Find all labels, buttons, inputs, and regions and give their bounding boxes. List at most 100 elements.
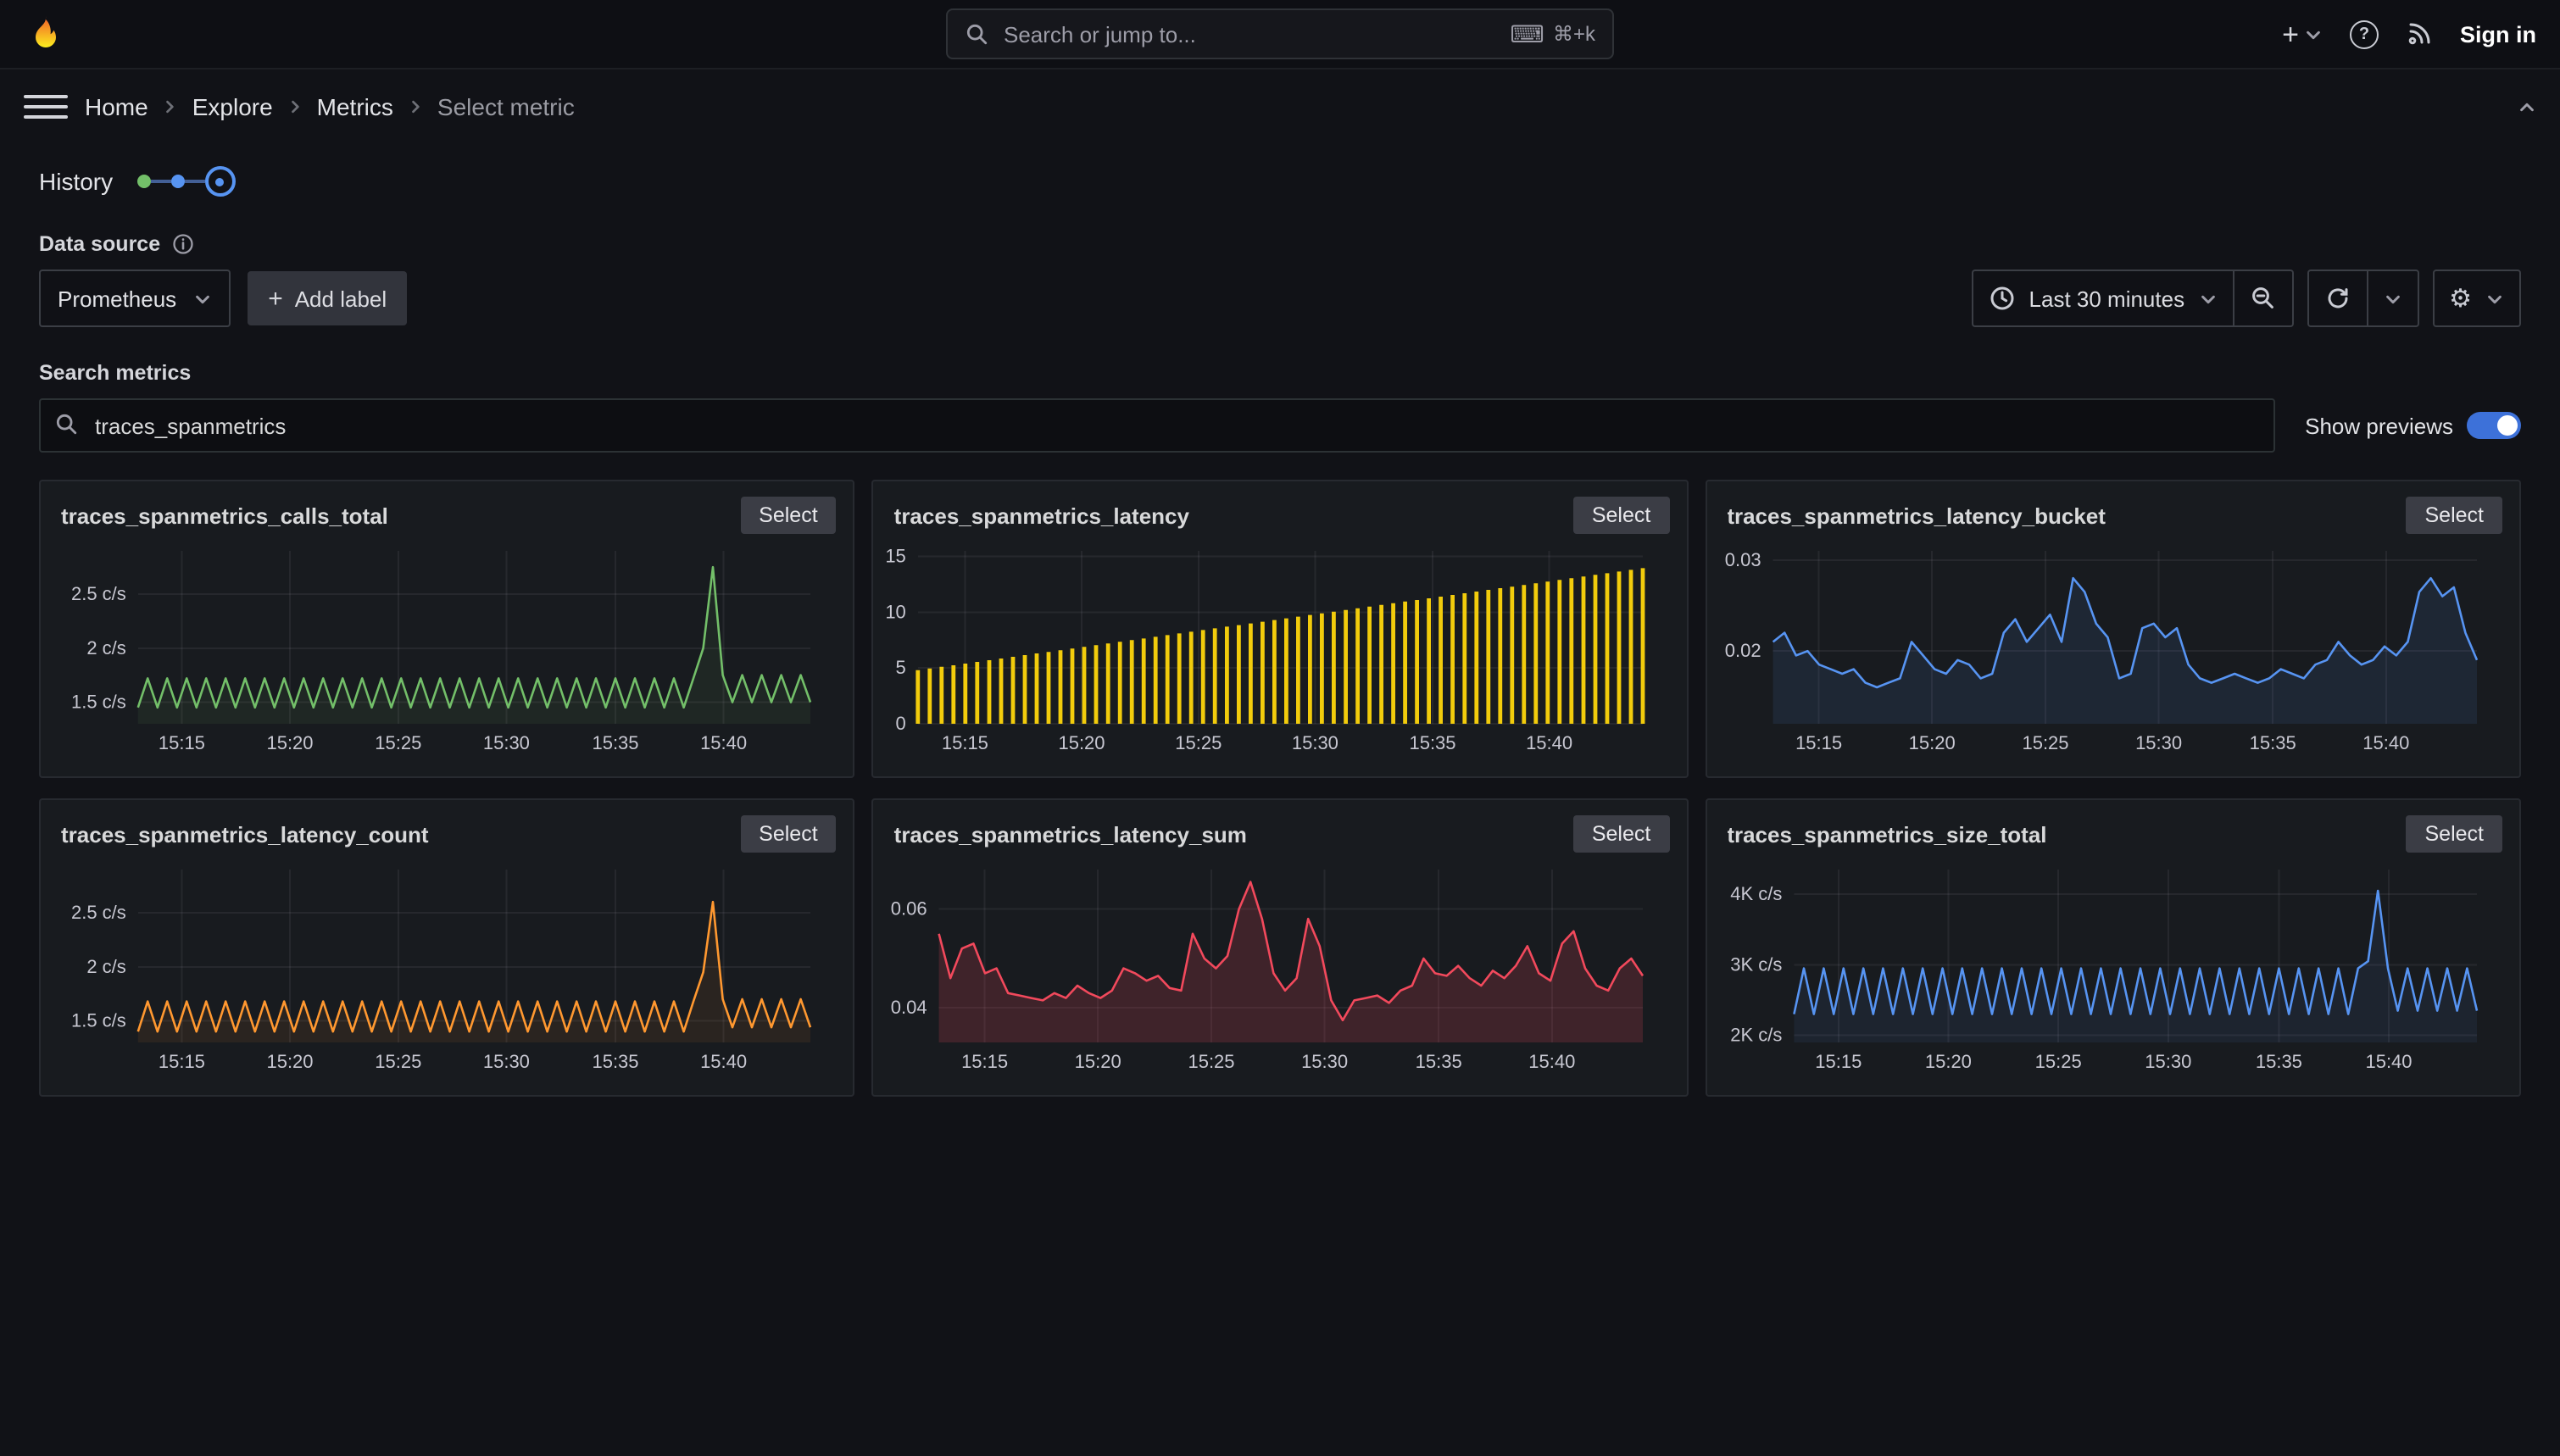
svg-text:15:15: 15:15 bbox=[159, 1051, 205, 1072]
show-previews-label: Show previews bbox=[2305, 413, 2453, 438]
svg-text:3K c/s: 3K c/s bbox=[1730, 953, 1782, 975]
collapse-toolbar-button[interactable] bbox=[2518, 97, 2536, 116]
chevron-down-icon bbox=[2485, 289, 2504, 308]
select-metric-button[interactable]: Select bbox=[740, 815, 837, 853]
settings-button[interactable]: ⚙ bbox=[2432, 270, 2521, 327]
metric-panel-calls-total: traces_spanmetrics_calls_total Select 1.… bbox=[39, 480, 855, 778]
breadcrumb-bar: Home Explore Metrics Select metric bbox=[0, 69, 2560, 144]
search-metrics-input[interactable] bbox=[39, 398, 2274, 453]
svg-text:2.5 c/s: 2.5 c/s bbox=[71, 583, 126, 604]
omnibar-placeholder: Search or jump to... bbox=[1004, 21, 1497, 47]
explore-metrics-content: History Data source Prometheus bbox=[0, 158, 2560, 1097]
svg-text:15:25: 15:25 bbox=[1176, 732, 1222, 753]
svg-text:15:40: 15:40 bbox=[700, 732, 747, 753]
metric-panel-latency-bucket: traces_spanmetrics_latency_bucket Select… bbox=[1705, 480, 2521, 778]
history-current-step[interactable] bbox=[204, 166, 235, 197]
history-connector bbox=[150, 180, 170, 183]
metric-panel-latency-sum: traces_spanmetrics_latency_sum Select 0.… bbox=[872, 798, 1689, 1097]
metrics-panel-grid: traces_spanmetrics_calls_total Select 1.… bbox=[39, 480, 2521, 1097]
info-icon bbox=[170, 232, 194, 256]
svg-text:2.5 c/s: 2.5 c/s bbox=[71, 902, 126, 923]
plus-icon: + bbox=[268, 286, 283, 311]
grafana-flame-icon bbox=[25, 14, 66, 54]
svg-text:0.04: 0.04 bbox=[891, 997, 927, 1018]
svg-text:15:30: 15:30 bbox=[483, 732, 530, 753]
chevron-down-icon bbox=[2304, 25, 2323, 43]
keyboard-shortcut-hint: ⌨ ⌘+k bbox=[1511, 22, 1595, 46]
metric-panel-size-total: traces_spanmetrics_size_total Select 2K … bbox=[1705, 798, 2521, 1097]
search-icon bbox=[965, 21, 990, 47]
datasource-label: Data source bbox=[39, 232, 160, 256]
svg-text:15:15: 15:15 bbox=[943, 732, 989, 753]
svg-text:15:15: 15:15 bbox=[1815, 1051, 1862, 1072]
svg-text:15: 15 bbox=[886, 546, 906, 567]
history-row: History bbox=[39, 158, 2521, 205]
panel-title: traces_spanmetrics_latency_bucket bbox=[1727, 503, 2106, 528]
svg-text:15:20: 15:20 bbox=[1908, 732, 1955, 753]
refresh-interval-button[interactable] bbox=[2366, 270, 2418, 327]
breadcrumb-home[interactable]: Home bbox=[85, 93, 148, 120]
zoom-out-time-button[interactable] bbox=[2232, 270, 2293, 327]
panel-title: traces_spanmetrics_latency_sum bbox=[894, 821, 1247, 847]
svg-text:15:40: 15:40 bbox=[1529, 1051, 1576, 1072]
svg-text:15:20: 15:20 bbox=[266, 732, 313, 753]
chevron-down-icon bbox=[2198, 289, 2217, 308]
svg-text:15:15: 15:15 bbox=[159, 732, 205, 753]
select-metric-button[interactable]: Select bbox=[2407, 815, 2503, 853]
add-label-text: Add label bbox=[295, 286, 387, 311]
sign-in-button[interactable]: Sign in bbox=[2460, 21, 2536, 47]
svg-text:15:30: 15:30 bbox=[1302, 1051, 1349, 1072]
grafana-logo[interactable] bbox=[24, 12, 68, 56]
help-icon: ? bbox=[2350, 19, 2379, 48]
add-menu-button[interactable]: + bbox=[2282, 19, 2323, 48]
svg-text:15:20: 15:20 bbox=[1059, 732, 1105, 753]
select-metric-button[interactable]: Select bbox=[1573, 497, 1670, 534]
datasource-picker[interactable]: Prometheus bbox=[39, 270, 231, 327]
panel-title: traces_spanmetrics_latency bbox=[894, 503, 1189, 528]
time-range-picker[interactable]: Last 30 minutes bbox=[1972, 270, 2233, 327]
svg-text:15:35: 15:35 bbox=[1416, 1051, 1462, 1072]
svg-text:0: 0 bbox=[896, 713, 906, 734]
svg-text:15:40: 15:40 bbox=[2362, 732, 2409, 753]
news-button[interactable] bbox=[2406, 20, 2433, 47]
svg-text:15:30: 15:30 bbox=[1293, 732, 1339, 753]
help-button[interactable]: ? bbox=[2350, 19, 2379, 48]
omnibar-search[interactable]: Search or jump to... ⌨ ⌘+k bbox=[946, 8, 1614, 59]
rss-icon bbox=[2406, 20, 2433, 47]
history-step-dot[interactable] bbox=[136, 175, 150, 188]
search-icon bbox=[54, 412, 80, 437]
svg-text:4K c/s: 4K c/s bbox=[1730, 883, 1782, 904]
select-metric-button[interactable]: Select bbox=[2407, 497, 2503, 534]
svg-text:15:20: 15:20 bbox=[1075, 1051, 1121, 1072]
metric-preview-chart: 0.04 0.06 15:15 15:20 15:25 15:30 15:35 15:40 bbox=[877, 856, 1683, 1088]
svg-text:0.06: 0.06 bbox=[891, 898, 927, 920]
svg-text:15:15: 15:15 bbox=[1795, 732, 1841, 753]
svg-text:2K c/s: 2K c/s bbox=[1730, 1025, 1782, 1046]
breadcrumb-metrics[interactable]: Metrics bbox=[317, 93, 393, 120]
breadcrumb-explore[interactable]: Explore bbox=[192, 93, 273, 120]
svg-text:0.03: 0.03 bbox=[1724, 549, 1761, 570]
controls-row: Prometheus + Add label Last 30 minutes bbox=[39, 270, 2521, 327]
metric-panel-latency-count: traces_spanmetrics_latency_count Select … bbox=[39, 798, 855, 1097]
svg-text:15:25: 15:25 bbox=[1188, 1051, 1235, 1072]
svg-text:15:35: 15:35 bbox=[2249, 732, 2296, 753]
history-step-dot[interactable] bbox=[170, 175, 184, 188]
add-label-button[interactable]: + Add label bbox=[248, 271, 407, 325]
svg-text:15:25: 15:25 bbox=[375, 732, 421, 753]
svg-text:5: 5 bbox=[896, 657, 906, 678]
menu-toggle-icon[interactable] bbox=[24, 95, 68, 119]
grafana-app: Search or jump to... ⌨ ⌘+k + ? bbox=[0, 0, 2560, 1456]
refresh-button[interactable] bbox=[2307, 270, 2366, 327]
svg-text:15:20: 15:20 bbox=[1924, 1051, 1971, 1072]
svg-text:15:30: 15:30 bbox=[483, 1051, 530, 1072]
svg-text:15:15: 15:15 bbox=[962, 1051, 1009, 1072]
chevron-up-icon bbox=[2518, 97, 2536, 116]
svg-text:15:30: 15:30 bbox=[2145, 1051, 2191, 1072]
keyboard-icon: ⌨ bbox=[1511, 22, 1544, 46]
svg-text:15:30: 15:30 bbox=[2134, 732, 2181, 753]
select-metric-button[interactable]: Select bbox=[740, 497, 837, 534]
select-metric-button[interactable]: Select bbox=[1573, 815, 1670, 853]
metric-preview-chart: 1.5 c/s2 c/s2.5 c/s15:1515:2015:2515:301… bbox=[44, 537, 850, 770]
show-previews-toggle[interactable] bbox=[2467, 412, 2521, 439]
datasource-selected-value: Prometheus bbox=[58, 286, 176, 311]
